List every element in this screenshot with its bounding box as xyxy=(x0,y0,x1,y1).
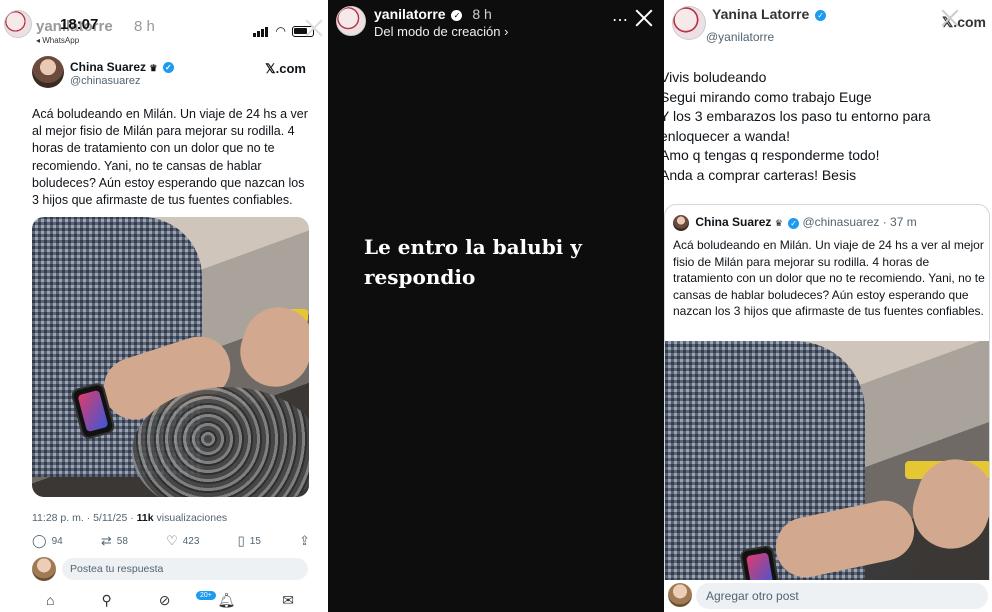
author-name-text: China Suarez xyxy=(70,60,147,74)
photo-hand xyxy=(230,297,309,397)
retweet-count: 58 xyxy=(116,535,128,547)
crown-icon: ♛ xyxy=(774,218,783,229)
tweet-line: Y los 3 embarazos los paso tu entorno pa… xyxy=(664,108,931,144)
more-icon[interactable]: ⋯ xyxy=(612,10,628,30)
tweet-text: Acá boludeando en Milán. Un viaje de 24 … xyxy=(32,107,308,208)
tweet-photo[interactable] xyxy=(32,217,309,497)
quoted-tweet-photo[interactable] xyxy=(665,341,989,603)
home-icon[interactable]: ⌂ xyxy=(46,592,54,608)
crown-icon: ♛ xyxy=(149,63,158,73)
story-header: yanilatorre ✓ 8 h Del modo de creación ›… xyxy=(328,0,664,46)
close-icon[interactable] xyxy=(940,8,960,28)
bookmark-count: 15 xyxy=(249,535,261,547)
story-panel-left: yanilatorre 18:07 8 h ◂ WhatsApp ◠ China… xyxy=(0,0,328,612)
like-button[interactable]: ♡ 423 xyxy=(166,532,199,550)
author-name[interactable]: Yanina Latorre ✓ xyxy=(712,6,827,22)
signal-icon xyxy=(253,27,268,37)
like-count: 423 xyxy=(182,535,200,547)
search-icon[interactable]: ⚲ xyxy=(101,592,111,609)
verified-icon: ✓ xyxy=(815,9,827,21)
author-avatar[interactable] xyxy=(32,56,64,88)
story-time: 8 h xyxy=(134,18,155,35)
phone-clock: 18:07 xyxy=(60,16,99,33)
add-post-input[interactable]: Agregar otro post xyxy=(696,583,988,609)
tweet-line: Amo q tengas q responderme todo! xyxy=(664,147,880,164)
reply-icon: ◯ xyxy=(32,533,47,548)
wifi-icon: ◠ xyxy=(275,24,286,38)
bookmark-button[interactable]: ▯ 15 xyxy=(238,532,261,550)
share-button[interactable]: ⇪ xyxy=(299,532,310,550)
viewer-avatar xyxy=(32,557,56,581)
verified-icon: ✓ xyxy=(788,217,800,229)
tweet-line: Anda a comprar carteras! Besis xyxy=(664,166,857,183)
retweet-button[interactable]: ⇄ 58 xyxy=(101,532,128,550)
story-user-block: yanilatorre ✓ 8 h Del modo de creación › xyxy=(374,6,508,40)
views-count: 11k xyxy=(136,512,154,524)
quoted-tweet-header: China Suarez ♛ ✓ @chinasuarez · 37 m xyxy=(673,215,917,231)
reply-bar: Postea tu respuesta xyxy=(32,556,308,582)
story-avatar[interactable] xyxy=(336,6,366,36)
story-caption: Le entro la balubi y respondio xyxy=(364,235,582,289)
share-icon: ⇪ xyxy=(299,533,310,548)
tweet-line: Vivis boludeando xyxy=(664,69,767,85)
reply-bar: Agregar otro post xyxy=(664,580,992,612)
quoted-tweet[interactable]: China Suarez ♛ ✓ @chinasuarez · 37 m Acá… xyxy=(664,204,990,604)
quoted-time: · 37 m xyxy=(879,215,917,230)
notifications-badge: 20+ xyxy=(196,591,216,600)
tweet-timestamp[interactable]: 11:28 p. m. · 5/11/25 · xyxy=(32,512,137,524)
phone-status-bar: yanilatorre 18:07 8 h ◂ WhatsApp ◠ xyxy=(0,0,328,45)
story-panel-right: Yanina Latorre ✓ 𝕏.com @yanilatorre Vivi… xyxy=(664,0,992,612)
tweet-header: China Suarez ♛ ✓ @chinasuarez 𝕏.com xyxy=(32,56,308,90)
quoted-tweet-text: Acá boludeando en Milán. Un viaje de 24 … xyxy=(673,238,985,319)
like-icon: ♡ xyxy=(166,533,178,548)
verified-icon: ✓ xyxy=(162,62,174,74)
story-panel-middle: yanilatorre ✓ 8 h Del modo de creación ›… xyxy=(328,0,664,612)
retweet-icon: ⇄ xyxy=(100,533,112,548)
tweet-actions: ◯ 94 ⇄ 58 ♡ 423 ▯ 15 ⇪ xyxy=(32,532,310,550)
grok-icon[interactable]: ⊘ xyxy=(159,592,171,609)
reply-input[interactable]: Postea tu respuesta xyxy=(62,558,308,580)
author-name[interactable]: China Suarez ♛ ✓ xyxy=(70,60,174,74)
x-logo: 𝕏.com xyxy=(265,61,306,76)
views-label: visualizaciones xyxy=(153,512,228,524)
reply-button[interactable]: ◯ 94 xyxy=(32,532,63,550)
quoted-author-handle: @chinasuarez xyxy=(802,215,880,230)
messages-icon[interactable]: ✉ xyxy=(282,592,294,609)
quoted-author-avatar xyxy=(673,215,689,231)
verified-icon: ✓ xyxy=(451,9,463,21)
author-handle[interactable]: @chinasuarez xyxy=(70,75,140,87)
tweet-line: Segui mirando como trabajo Euge xyxy=(664,88,872,105)
notifications-icon[interactable]: 🔔︎ xyxy=(217,592,235,609)
tweet-meta: 11:28 p. m. · 5/11/25 · 11k visualizacio… xyxy=(32,512,227,524)
viewer-avatar xyxy=(668,583,692,607)
tweet-text: Vivis boludeando Segui mirando como trab… xyxy=(664,68,980,186)
close-icon[interactable] xyxy=(634,8,654,28)
author-name-text: Yanina Latorre xyxy=(712,6,810,22)
reply-count: 94 xyxy=(51,535,63,547)
close-icon[interactable] xyxy=(304,18,324,38)
author-avatar[interactable] xyxy=(672,6,706,40)
story-username[interactable]: yanilatorre xyxy=(374,6,446,22)
story-avatar[interactable] xyxy=(4,10,32,38)
bottom-tab-bar: ⌂ ⚲ ⊘ 🔔︎ ✉ xyxy=(32,588,308,612)
back-to-app-link[interactable]: ◂ WhatsApp xyxy=(36,36,79,45)
story-time: 8 h xyxy=(472,6,492,22)
creation-mode-link[interactable]: Del modo de creación › xyxy=(374,24,508,40)
author-handle[interactable]: @yanilatorre xyxy=(706,30,774,44)
quoted-author-name: China Suarez xyxy=(695,215,772,230)
bookmark-icon: ▯ xyxy=(237,533,245,548)
